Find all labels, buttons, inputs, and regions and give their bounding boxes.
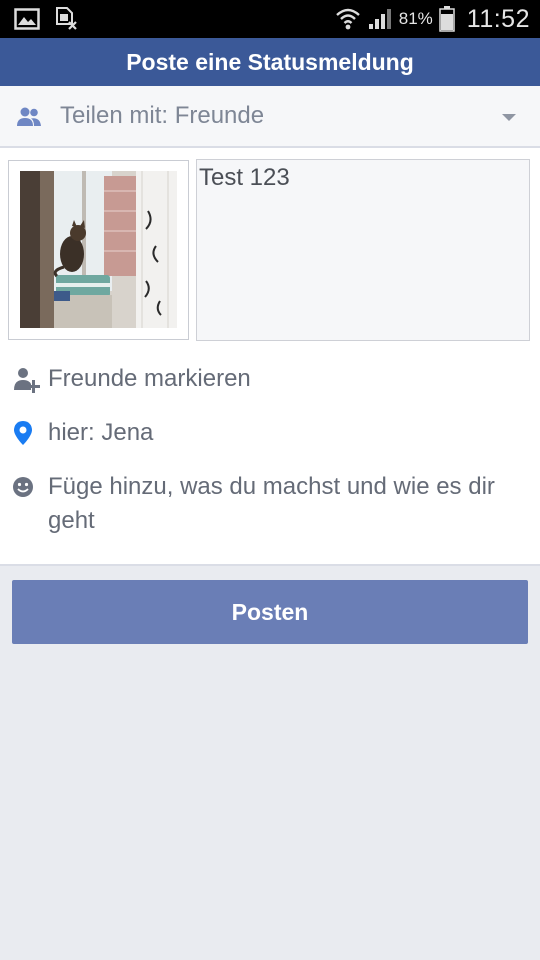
clock: 11:52 (466, 4, 530, 33)
tag-friends-option[interactable]: Freunde markieren (0, 362, 540, 396)
sim-blocked-icon (56, 7, 77, 30)
image-icon (14, 8, 40, 30)
app-header: Poste eine Statusmeldung (0, 38, 540, 86)
chevron-down-icon (502, 114, 516, 121)
compose-panel: Test 123 Freunde markieren hier: Jena Fü… (0, 148, 540, 566)
post-button[interactable]: Posten (12, 580, 528, 644)
status-text-input[interactable]: Test 123 (196, 159, 530, 341)
location-label: hier: Jena (48, 419, 154, 446)
location-option[interactable]: hier: Jena (0, 416, 540, 450)
tag-friend-icon (14, 368, 40, 393)
audience-label: Teilen mit: Freunde (60, 102, 265, 129)
status-bar: 81% 11:52 (0, 0, 540, 38)
battery-percent: 81% (398, 9, 433, 28)
activity-label: Füge hinzu, was du machst und wie es dir… (48, 473, 495, 534)
friends-icon (17, 107, 41, 126)
audience-selector[interactable]: Teilen mit: Freunde (0, 86, 540, 148)
activity-option[interactable]: Füge hinzu, was du machst und wie es dir… (0, 470, 540, 540)
smiley-icon (13, 477, 33, 497)
page-title: Poste eine Statusmeldung (126, 48, 414, 75)
post-button-label: Posten (231, 598, 309, 625)
battery-icon (439, 6, 455, 32)
signal-icon (368, 9, 391, 29)
wifi-icon (335, 8, 360, 30)
photo-thumbnail[interactable] (8, 160, 189, 340)
tag-friends-label: Freunde markieren (48, 365, 251, 392)
status-text-value: Test 123 (199, 164, 290, 191)
location-pin-icon (14, 421, 32, 445)
cat-window-photo (20, 171, 177, 328)
